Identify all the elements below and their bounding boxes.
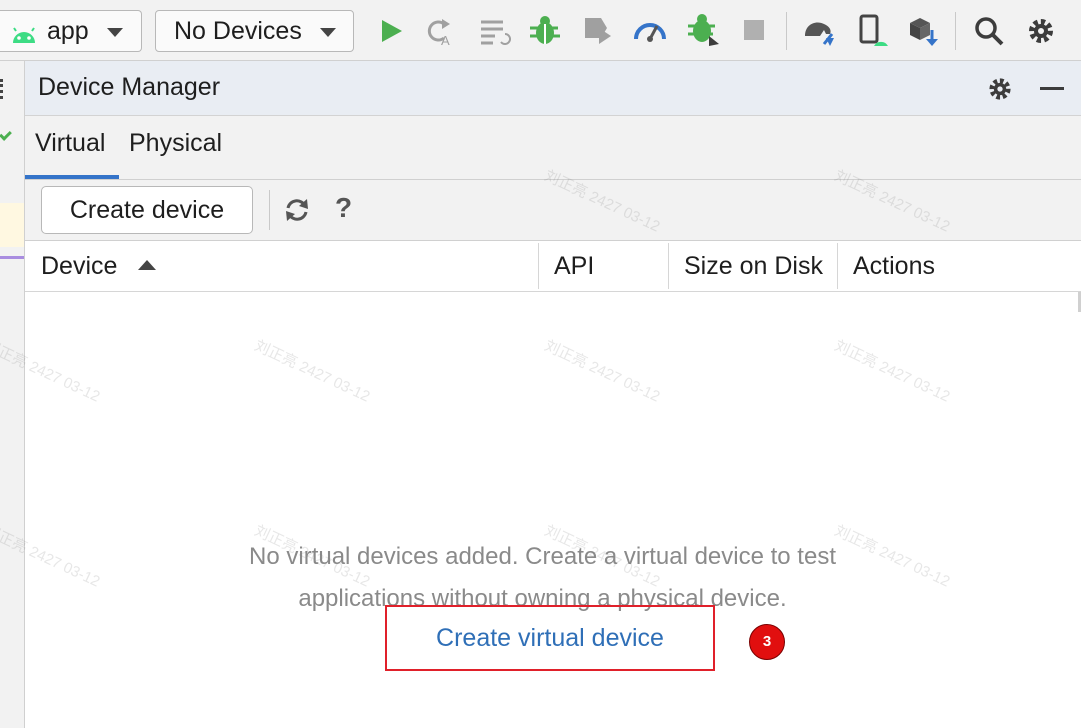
attach-debugger-icon[interactable]: [633, 14, 667, 48]
empty-state-line-1: No virtual devices added. Create a virtu…: [249, 543, 836, 570]
coverage-icon[interactable]: [687, 14, 721, 48]
run-icon[interactable]: [374, 14, 408, 48]
left-tool-strip: [0, 61, 25, 728]
tab-virtual-label: Virtual: [35, 129, 106, 157]
stop-icon[interactable]: [738, 14, 772, 48]
device-tabs: Virtual Physical: [25, 116, 1081, 180]
column-header-actions[interactable]: Actions: [837, 241, 1077, 291]
create-virtual-device-link[interactable]: Create virtual device: [385, 605, 715, 671]
device-label: No Devices: [174, 17, 302, 45]
column-header-device[interactable]: Device: [25, 241, 538, 291]
column-header-size[interactable]: Size on Disk: [668, 241, 837, 291]
refresh-icon[interactable]: [283, 196, 311, 224]
toolbar-separator: [955, 12, 956, 50]
toolbar-separator: [786, 12, 787, 50]
tool-window-header: Device Manager: [25, 61, 1081, 116]
module-label: app: [47, 17, 89, 45]
chevron-down-icon: [107, 28, 123, 37]
tab-physical[interactable]: Physical: [129, 129, 222, 179]
device-actions-row: Create device ?: [25, 180, 1081, 241]
module-selector[interactable]: app: [0, 10, 142, 52]
settings-icon[interactable]: [1024, 14, 1058, 48]
selection-indicator: [0, 256, 24, 259]
column-header-device-label: Device: [41, 252, 118, 280]
tool-window-title: Device Manager: [38, 73, 221, 101]
minimize-icon[interactable]: [1040, 87, 1064, 90]
device-table-header: Device API Size on Disk Actions: [25, 241, 1081, 292]
svg-text:A: A: [441, 33, 450, 48]
debug-icon[interactable]: [528, 14, 562, 48]
sdk-manager-icon[interactable]: [906, 14, 940, 48]
sort-ascending-icon: [138, 260, 157, 271]
toolbar-separator: [269, 190, 270, 230]
tab-physical-label: Physical: [129, 129, 223, 157]
help-icon[interactable]: ?: [335, 192, 352, 224]
chevron-down-icon: [320, 28, 336, 37]
gear-icon[interactable]: [985, 74, 1015, 104]
column-header-api[interactable]: API: [538, 241, 668, 291]
device-table-body: No virtual devices added. Create a virtu…: [25, 292, 1081, 728]
search-icon[interactable]: [972, 14, 1006, 48]
gradle-sync-icon[interactable]: [802, 14, 836, 48]
highlighted-row: [0, 203, 24, 247]
step-number-badge: 3: [749, 624, 785, 660]
create-device-button[interactable]: Create device: [41, 186, 253, 234]
apply-changes-icon[interactable]: A: [422, 14, 456, 48]
android-icon: [10, 19, 38, 43]
tab-virtual[interactable]: Virtual: [25, 129, 119, 179]
device-manager-icon[interactable]: [856, 14, 890, 48]
checkmark-icon: [0, 128, 12, 141]
apply-code-changes-icon[interactable]: [477, 14, 511, 48]
more-options-icon[interactable]: [0, 79, 7, 99]
main-toolbar: app No Devices A: [0, 0, 1081, 61]
profile-icon[interactable]: [581, 14, 615, 48]
device-selector[interactable]: No Devices: [155, 10, 354, 52]
